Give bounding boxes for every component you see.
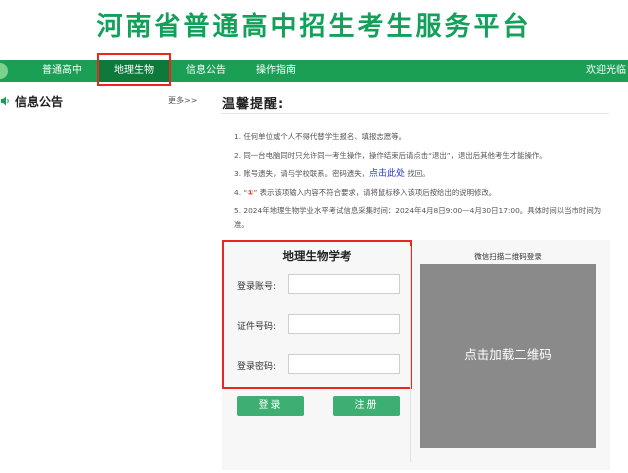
tip-text: 4. “ bbox=[234, 187, 248, 197]
password-input[interactable] bbox=[288, 354, 400, 374]
id-number-input[interactable] bbox=[288, 314, 400, 334]
leaf-icon bbox=[0, 63, 8, 79]
tip-item: 4. “①” 表示该项输入内容不符合要求，请将鼠标移入该项后按给出的说明修改。 bbox=[234, 184, 606, 203]
tips-divider bbox=[221, 113, 609, 114]
speaker-icon bbox=[1, 96, 9, 106]
tip-text: 3. 账号遗失，请与学校联系。密码遗失， bbox=[234, 169, 370, 178]
tip-text: 找回。 bbox=[405, 169, 430, 178]
tip-text: ” 表示该项输入内容不符合要求，请将鼠标移入该项后按给出的说明修改。 bbox=[253, 187, 497, 197]
nav-item-general-high-school[interactable]: 普通高中 bbox=[42, 60, 82, 82]
page: 河南省普通高中招生考生服务平台 普通高中 地理生物 信息公告 操作指南 欢迎光临… bbox=[0, 0, 628, 473]
tip-item: 5. 2024年地理生物学业水平考试信息采集时间：2024年4月8日9:00—4… bbox=[234, 206, 602, 229]
tips-list: 1. 任何单位或个人不得代替学生报名、填报志愿等。 2. 同一台电脑同时只允许同… bbox=[234, 128, 606, 232]
account-input[interactable] bbox=[288, 274, 400, 294]
register-button[interactable]: 注册 bbox=[333, 396, 400, 416]
notice-header: 信息公告 更多>> bbox=[0, 92, 205, 110]
tip-item: 2. 同一台电脑同时只允许同一考生操作，操作结束后请点击“退出”，退出后其他考生… bbox=[234, 150, 547, 160]
password-label: 登录密码: bbox=[237, 362, 277, 372]
notice-title: 信息公告 bbox=[15, 95, 64, 109]
login-button[interactable]: 登录 bbox=[237, 396, 304, 416]
nav-highlight-box bbox=[97, 53, 171, 86]
load-qr-code-button[interactable]: 点击加载二维码 bbox=[420, 344, 596, 363]
main-nav: 普通高中 地理生物 信息公告 操作指南 欢迎光临 bbox=[0, 60, 628, 82]
nav-item-announcements[interactable]: 信息公告 bbox=[186, 60, 226, 82]
panel-divider bbox=[410, 246, 411, 462]
tips-title: 温馨提醒: bbox=[222, 97, 285, 112]
account-label: 登录账号: bbox=[237, 282, 277, 292]
login-title: 地理生物学考 bbox=[282, 249, 352, 263]
notice-more-link[interactable]: 更多>> bbox=[168, 95, 197, 106]
id-number-label: 证件号码: bbox=[237, 322, 277, 332]
welcome-text: 欢迎光临 bbox=[586, 65, 626, 76]
nav-item-guide[interactable]: 操作指南 bbox=[256, 60, 296, 82]
qr-caption: 微信扫描二维码登录 bbox=[474, 252, 542, 261]
site-title: 河南省普通高中招生考生服务平台 bbox=[96, 12, 532, 42]
recover-password-link[interactable]: 点击此处 bbox=[369, 169, 405, 179]
tip-item: 1. 任何单位或个人不得代替学生报名、填报志愿等。 bbox=[234, 132, 406, 141]
tip-item: 3. 账号遗失，请与学校联系。密码遗失，点击此处 找回。 bbox=[234, 165, 606, 184]
